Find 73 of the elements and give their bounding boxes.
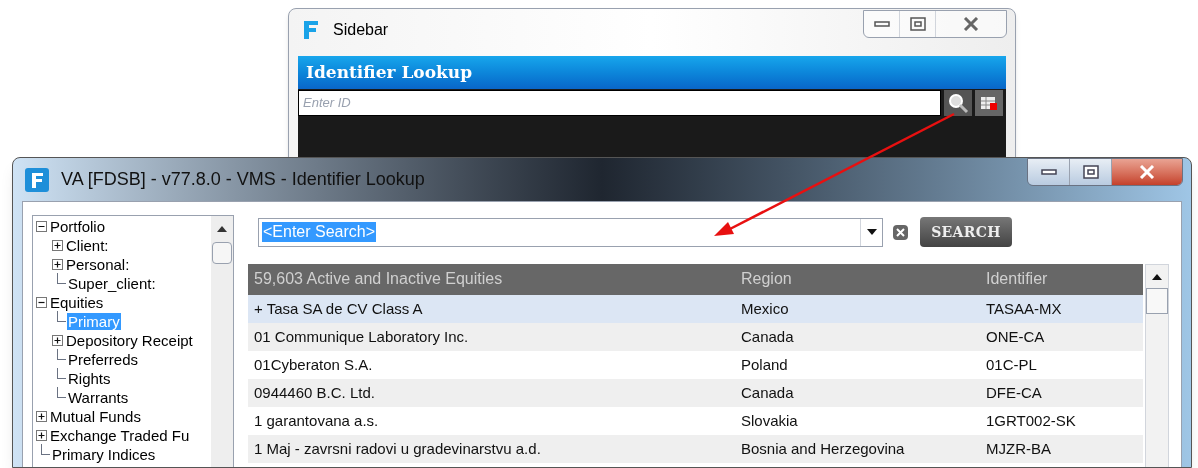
table-cell-text: Poland xyxy=(740,354,789,375)
close-icon xyxy=(1139,164,1155,179)
table-cell-text: 0944460 B.C. Ltd. xyxy=(253,382,376,403)
table-row[interactable]: 1 Maj - zavrsni radovi u gradevinarstvu a.d. Bosnia and Herzegovina MJZR-BA xyxy=(248,435,1143,463)
expand-icon[interactable] xyxy=(36,411,47,422)
maximize-icon xyxy=(1082,164,1099,179)
table-cell-text: 01C-PL xyxy=(985,354,1038,375)
table-row[interactable]: 0944460 B.C. Ltd. Canada DFE-CA xyxy=(248,379,1143,407)
minimize-button[interactable] xyxy=(1028,158,1070,185)
minimize-icon xyxy=(1040,168,1057,175)
column-header[interactable]: Region xyxy=(735,267,980,291)
close-button[interactable] xyxy=(1112,158,1182,185)
lookup-button[interactable] xyxy=(944,89,972,116)
column-header[interactable]: Identifier xyxy=(980,267,1143,291)
table-cell-text: DFE-CA xyxy=(985,382,1043,403)
collapse-icon[interactable] xyxy=(36,221,47,232)
scroll-thumb[interactable] xyxy=(1146,288,1168,314)
tree-item[interactable]: Equities xyxy=(49,294,105,311)
table-cell-text: 1GRT002-SK xyxy=(985,410,1077,431)
search-icon xyxy=(947,91,969,114)
app-logo-icon xyxy=(301,19,321,41)
window-title: VA [FDSB] - v77.8.0 - VMS - Identifier Lookup xyxy=(61,168,425,191)
table-cell-text: 1 Maj - zavrsni radovi u gradevinarstvu a.d. xyxy=(253,438,542,459)
grid-button[interactable] xyxy=(975,89,1003,116)
tree-item[interactable]: Warrants xyxy=(67,389,130,406)
tree-item[interactable]: Depository Receipt xyxy=(65,332,194,349)
tree-item[interactable]: Primary Indices xyxy=(51,446,157,463)
app-logo-icon xyxy=(25,167,49,192)
table-cell-text: Canada xyxy=(740,382,795,403)
expand-icon[interactable] xyxy=(52,240,63,251)
grid-icon xyxy=(980,94,998,111)
column-header[interactable]: 59,603 Active and Inactive Equities xyxy=(248,267,735,291)
scroll-thumb[interactable] xyxy=(212,242,232,264)
table-row[interactable]: 01 Communique Laboratory Inc. Canada ONE-CA xyxy=(248,323,1143,351)
table-cell-text: Mexico xyxy=(740,298,790,319)
table-cell-text: ONE-CA xyxy=(985,326,1046,347)
tree-item[interactable]: Mutual Funds xyxy=(49,408,142,425)
scrollbar[interactable] xyxy=(211,216,233,467)
table-cell-text: TASAA-MX xyxy=(985,298,1063,319)
search-button[interactable]: SEARCH xyxy=(920,217,1012,247)
minimize-icon xyxy=(873,21,890,27)
expand-icon[interactable] xyxy=(36,430,47,441)
expand-icon[interactable] xyxy=(52,259,63,270)
scroll-up-icon[interactable] xyxy=(217,226,227,232)
table-cell-text: Bosnia and Herzegovina xyxy=(740,438,906,459)
table-cell-text: MJZR-BA xyxy=(985,438,1052,459)
scrollbar[interactable] xyxy=(1145,264,1169,467)
table-cell-text: Slovakia xyxy=(740,410,799,431)
expand-icon[interactable] xyxy=(52,335,63,346)
tree-item[interactable]: Preferreds xyxy=(67,351,140,368)
table-cell-text: 1 garantovana a.s. xyxy=(253,410,380,431)
collapse-icon[interactable] xyxy=(36,297,47,308)
clear-button[interactable] xyxy=(893,224,908,240)
table-cell-text: + Tasa SA de CV Class A xyxy=(253,298,424,319)
table-cell-text: 01 Communique Laboratory Inc. xyxy=(253,326,470,347)
tree-item[interactable]: Exchange Traded Fu xyxy=(49,427,191,444)
tree-item[interactable]: Client: xyxy=(65,237,110,254)
maximize-button[interactable] xyxy=(1070,158,1112,185)
window-title: Sidebar xyxy=(333,20,389,40)
id-input-field[interactable]: Enter ID xyxy=(298,89,941,116)
clear-icon xyxy=(896,227,905,237)
maximize-icon xyxy=(909,17,926,31)
table-cell-text: Canada xyxy=(740,326,795,347)
tree-item[interactable]: Super_client: xyxy=(67,275,157,292)
tree-item[interactable]: Personal: xyxy=(65,256,131,273)
table-cell-text: 01Cyberaton S.A. xyxy=(253,354,374,375)
close-icon xyxy=(963,17,979,31)
tree-item[interactable]: Rights xyxy=(67,370,112,387)
tree-item[interactable]: Portfolio xyxy=(49,218,107,235)
scroll-up-icon[interactable] xyxy=(1152,274,1162,280)
panel-title: Identifier Lookup xyxy=(298,56,1006,89)
table-row[interactable]: + Tasa SA de CV Class A Mexico TASAA-MX xyxy=(248,295,1143,323)
dropdown-caret-icon xyxy=(866,229,877,235)
